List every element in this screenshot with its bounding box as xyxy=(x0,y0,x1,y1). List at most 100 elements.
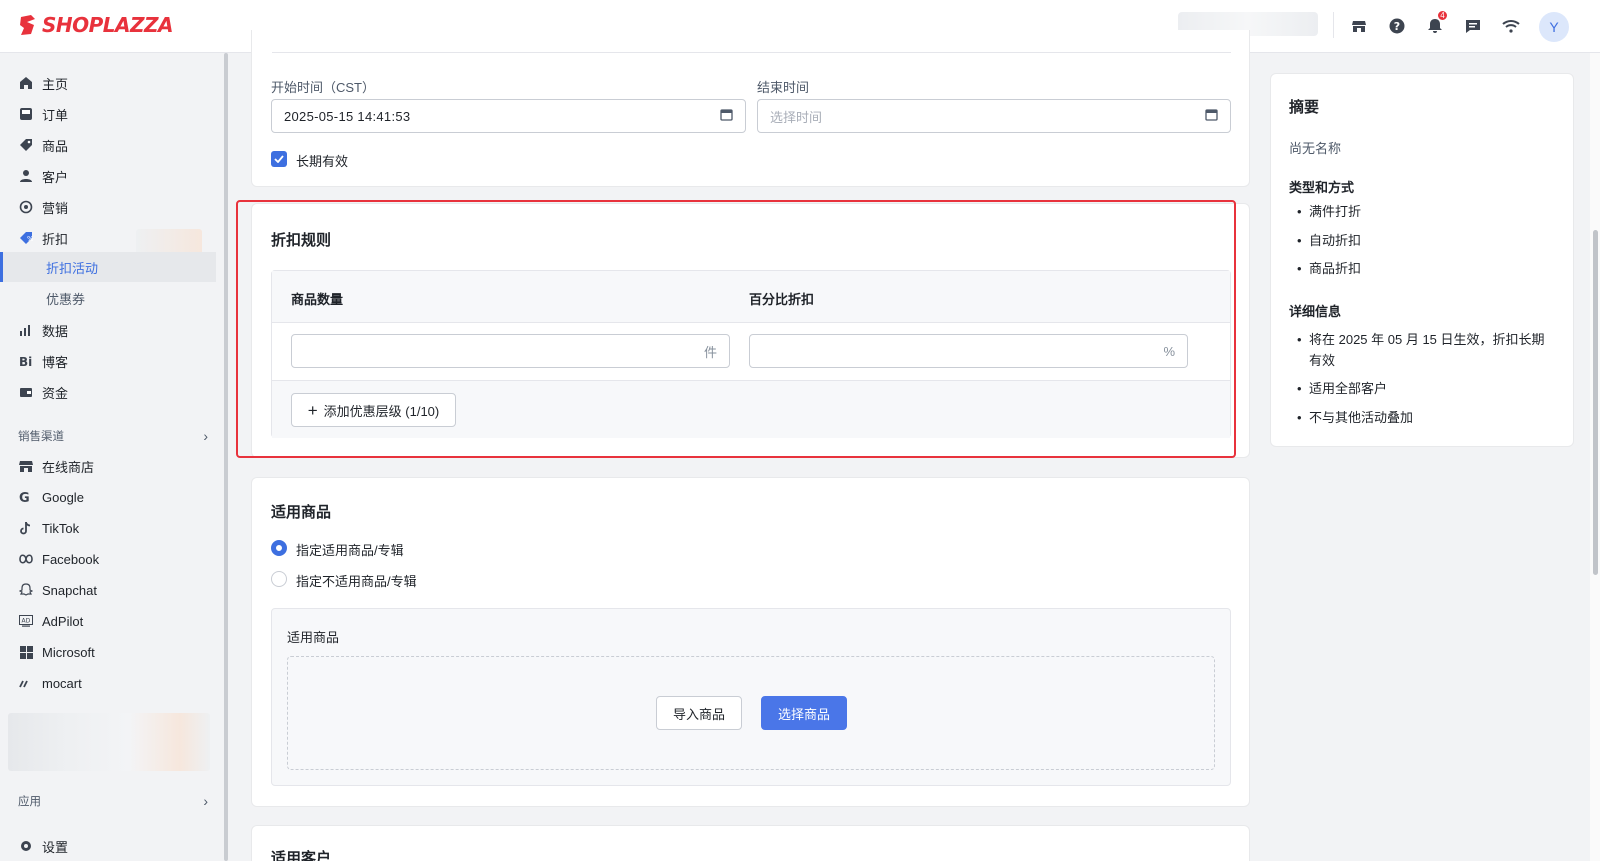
sidebar-channel-adpilot[interactable]: AD AdPilot xyxy=(18,608,83,634)
long-term-label: 长期有效 xyxy=(296,154,349,169)
svg-text:?: ? xyxy=(1394,20,1400,33)
chevron-right-icon: › xyxy=(203,428,208,444)
ghost-icon xyxy=(18,582,34,598)
blurred-area xyxy=(8,713,210,771)
rules-table-footer: + 添加优惠层级 (1/10) xyxy=(272,381,1230,438)
add-tier-button[interactable]: + 添加优惠层级 (1/10) xyxy=(291,393,456,427)
meta-icon xyxy=(18,551,34,567)
brand-name: SHOPLAZZA xyxy=(42,13,174,37)
chat-icon[interactable] xyxy=(1462,15,1484,37)
blog-icon: Bi xyxy=(18,353,34,369)
sidebar-channel-snapchat[interactable]: Snapchat xyxy=(18,577,97,603)
percent-input[interactable]: % xyxy=(749,334,1188,368)
help-icon[interactable]: ? xyxy=(1386,15,1408,37)
chevron-right-icon: › xyxy=(203,793,208,809)
end-time-placeholder: 选择时间 xyxy=(770,109,823,125)
svg-text:Bi: Bi xyxy=(19,355,32,368)
end-time-label: 结束时间 xyxy=(757,80,810,95)
sidebar-item-label: Facebook xyxy=(42,551,100,567)
target-icon xyxy=(18,199,34,215)
end-time-input[interactable]: 选择时间 xyxy=(757,99,1231,133)
svg-text:AD: AD xyxy=(22,618,31,625)
sidebar-item-label: 折扣 xyxy=(42,231,69,247)
radio-include-label: 指定适用商品/专辑 xyxy=(296,543,404,558)
sidebar-item-label: 商品 xyxy=(42,138,69,154)
rules-table-header: 商品数量 百分比折扣 xyxy=(272,271,1230,323)
svg-text:G: G xyxy=(19,491,30,504)
summary-title: 摘要 xyxy=(1289,99,1320,116)
sidebar-sub-coupon[interactable]: 优惠券 xyxy=(0,283,216,313)
divider xyxy=(1333,12,1334,38)
summary-type-heading: 类型和方式 xyxy=(1289,180,1355,195)
sidebar-channel-tiktok[interactable]: TikTok xyxy=(18,515,79,541)
sidebar-item-blog[interactable]: Bi 博客 xyxy=(18,348,68,374)
calendar-icon xyxy=(720,108,733,124)
percent-column-header: 百分比折扣 xyxy=(749,292,815,307)
sidebar-channel-google[interactable]: G Google xyxy=(18,484,84,510)
select-products-button[interactable]: 选择商品 xyxy=(761,696,847,730)
sidebar-item-label: 主页 xyxy=(42,76,69,92)
discount-icon: % xyxy=(18,230,34,246)
sidebar-item-label: Snapchat xyxy=(42,582,97,598)
sidebar-item-customers[interactable]: 客户 xyxy=(18,163,68,189)
sidebar-channel-online-store[interactable]: 在线商店 xyxy=(18,453,94,479)
quantity-column-header: 商品数量 xyxy=(291,292,344,307)
start-time-value: 2025-05-15 14:41:53 xyxy=(284,108,411,124)
shoplazza-logo-icon xyxy=(20,15,35,35)
sidebar-item-orders[interactable]: 订单 xyxy=(18,101,68,127)
add-tier-label: 添加优惠层级 (1/10) xyxy=(323,403,440,419)
product-box-title: 适用商品 xyxy=(287,630,340,645)
radio-exclude-products[interactable] xyxy=(271,571,287,587)
tag-icon xyxy=(18,137,34,153)
sidebar-sub-discount-activity[interactable]: 折扣活动 xyxy=(0,252,216,282)
apps-header[interactable]: 应用 › xyxy=(18,793,208,809)
sidebar-item-label: 营销 xyxy=(42,200,69,216)
radio-include-products[interactable] xyxy=(271,540,287,556)
check-icon xyxy=(274,155,284,163)
applicable-customers-title: 适用客户 xyxy=(271,850,332,861)
sidebar-item-label: 客户 xyxy=(42,169,69,185)
svg-text:%: % xyxy=(27,235,33,243)
sidebar-item-label: 订单 xyxy=(42,107,69,123)
long-term-checkbox[interactable] xyxy=(271,151,287,167)
notification-bell-icon[interactable]: 4 xyxy=(1424,10,1448,37)
import-products-button[interactable]: 导入商品 xyxy=(656,696,742,730)
sidebar: 主页 订单 商品 客户 营销 % 折扣 折扣活动 优惠券 数据 Bi 博客 资金… xyxy=(0,53,224,861)
sidebar-item-discount[interactable]: % 折扣 xyxy=(18,225,68,251)
sidebar-scrollbar[interactable] xyxy=(224,53,228,861)
sidebar-item-marketing[interactable]: 营销 xyxy=(18,194,68,220)
sales-channel-label: 销售渠道 xyxy=(18,431,64,443)
store-icon[interactable] xyxy=(1348,15,1370,37)
sidebar-channel-microsoft[interactable]: Microsoft xyxy=(18,639,95,665)
summary-detail-heading: 详细信息 xyxy=(1289,304,1342,319)
sidebar-item-label: 在线商店 xyxy=(42,459,95,475)
applicable-products-title: 适用商品 xyxy=(271,504,332,521)
wifi-icon[interactable] xyxy=(1500,15,1522,37)
sidebar-item-products[interactable]: 商品 xyxy=(18,132,68,158)
sidebar-item-label: TikTok xyxy=(42,520,80,536)
sidebar-item-home[interactable]: 主页 xyxy=(18,70,68,96)
applicable-customers-card xyxy=(251,825,1250,861)
avatar[interactable]: Y xyxy=(1539,12,1569,42)
product-dropzone[interactable] xyxy=(287,656,1215,770)
quantity-input[interactable]: 件 xyxy=(291,334,730,368)
discount-rules-table: 商品数量 百分比折扣 件 % + 添加优惠层级 (1/10) xyxy=(271,270,1231,438)
start-time-input[interactable]: 2025-05-15 14:41:53 xyxy=(271,99,746,133)
summary-no-name: 尚无名称 xyxy=(1289,141,1342,156)
gear-icon xyxy=(18,838,34,854)
sidebar-item-settings[interactable]: 设置 xyxy=(18,833,68,859)
sidebar-item-label: 设置 xyxy=(42,839,69,855)
sidebar-item-analytics[interactable]: 数据 xyxy=(18,317,68,343)
sidebar-item-label: AdPilot xyxy=(42,613,84,629)
sidebar-channel-facebook[interactable]: Facebook xyxy=(18,546,99,572)
apps-label: 应用 xyxy=(18,796,41,808)
sidebar-item-finance[interactable]: 资金 xyxy=(18,379,68,405)
sidebar-channel-mocart[interactable]: mocart xyxy=(18,670,82,696)
sales-channel-header[interactable]: 销售渠道 › xyxy=(18,428,208,444)
summary-detail-item: 不与其他活动叠加 xyxy=(1295,407,1545,428)
radio-exclude-label: 指定不适用商品/专辑 xyxy=(296,574,417,589)
discount-rules-title: 折扣规则 xyxy=(271,232,332,249)
main-scrollbar-thumb[interactable] xyxy=(1593,230,1598,575)
ad-icon: AD xyxy=(18,613,34,629)
shoplazza-logo[interactable]: SHOPLAZZA xyxy=(18,13,174,37)
